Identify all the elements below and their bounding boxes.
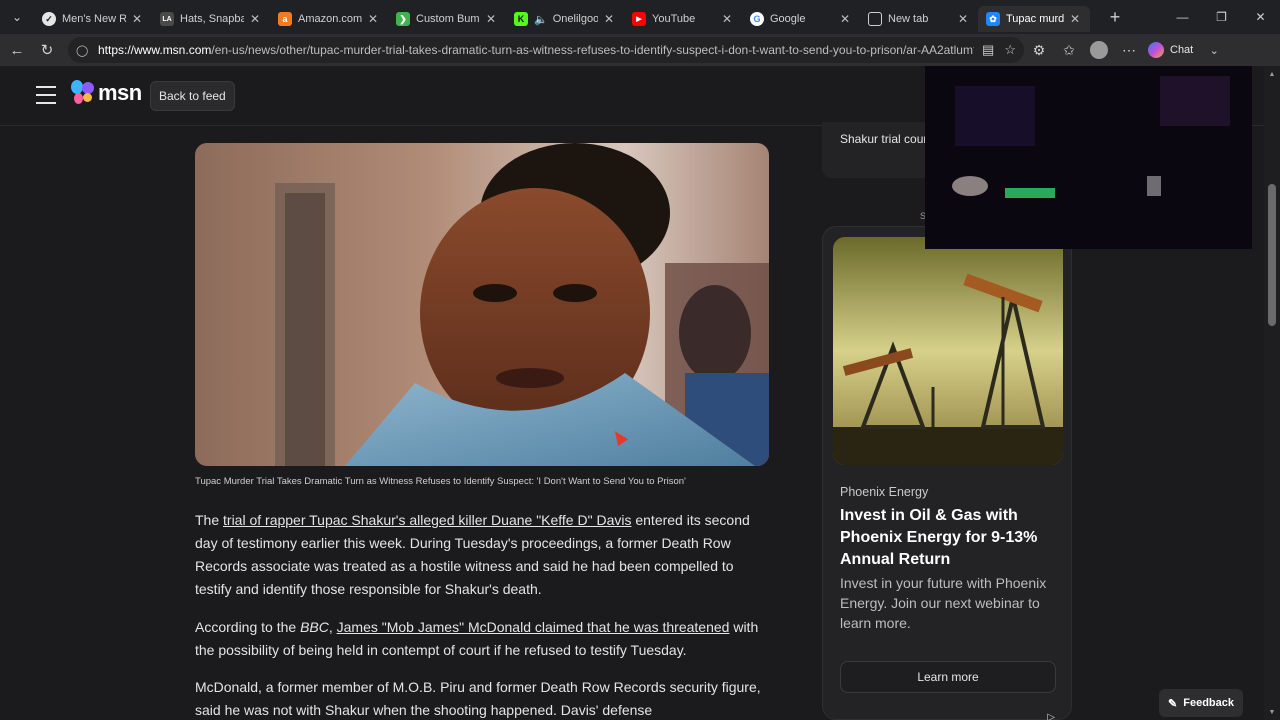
tab-label: Men's New Rele (62, 13, 126, 25)
favorite-star-icon[interactable]: ☆ (1004, 42, 1016, 58)
chat-label: Chat (1170, 44, 1194, 56)
extensions-icon[interactable]: ⚙ (1024, 35, 1054, 65)
scrollbar-thumb[interactable] (1268, 184, 1276, 326)
sidebar-chevron-icon[interactable]: ⌄ (1199, 35, 1229, 65)
tab-amazon[interactable]: a Amazon.com S ✕ (270, 6, 388, 32)
tab-label: Custom Bumpe (416, 13, 480, 25)
logo-text: msn (98, 80, 142, 105)
chat-button[interactable]: Chat (1148, 42, 1193, 58)
youtube-icon: ▶ (632, 12, 646, 26)
ad-image (833, 237, 1063, 465)
tab-youtube[interactable]: ▶ YouTube ✕ (624, 6, 742, 32)
trial-link[interactable]: trial of rapper Tupac Shakur's alleged k… (223, 512, 631, 528)
tab-label: Hats, Snapback (180, 13, 244, 25)
restore-icon[interactable]: ❐ (1202, 0, 1241, 34)
close-icon[interactable]: ✕ (130, 12, 144, 26)
msn-page: msn Back to feed Tupac Murder Trial Take… (0, 66, 1264, 720)
tab-new-tab[interactable]: New tab ✕ (860, 6, 978, 32)
close-icon[interactable]: ✕ (1068, 12, 1082, 26)
feedback-icon: ✎ (1168, 697, 1178, 710)
back-arrow-icon[interactable]: ← (2, 35, 32, 65)
image-caption: Tupac Murder Trial Takes Dramatic Turn a… (195, 476, 686, 487)
profile-avatar-icon[interactable] (1084, 35, 1114, 65)
circle-check-icon: ✓ (42, 12, 56, 26)
more-options-icon[interactable]: ⋯ (1114, 35, 1144, 65)
window-controls: — ❐ ✕ (1163, 0, 1280, 34)
article-paragraph-1: The trial of rapper Tupac Shakur's alleg… (195, 509, 767, 601)
close-icon[interactable]: ✕ (956, 12, 970, 26)
tab-search-chevron-icon[interactable]: ⌄ (0, 0, 34, 34)
tab-label: YouTube (652, 13, 696, 25)
ad-sponsor: Phoenix Energy (840, 485, 929, 499)
tab-hats-snapback[interactable]: LA Hats, Snapback ✕ (152, 6, 270, 32)
scroll-down-icon[interactable]: ▼ (1264, 704, 1280, 720)
lock-icon[interactable]: ◯ (76, 44, 92, 57)
tab-strip: ⌄ ✓ Men's New Rele ✕ LA Hats, Snapback ✕… (0, 0, 1280, 34)
k-icon: K (514, 12, 528, 26)
tab-mens-new-releases[interactable]: ✓ Men's New Rele ✕ (34, 6, 152, 32)
newtab-icon (868, 12, 882, 26)
feedback-button[interactable]: ✎ Feedback (1159, 689, 1243, 717)
article-paragraph-2: According to the BBC, James "Mob James" … (195, 616, 767, 662)
p1-text-pre: The (195, 512, 224, 528)
tab-label: Google (770, 13, 806, 25)
url-path: /en-us/news/other/tupac-murder-trial-tak… (211, 43, 975, 57)
arrow-icon: ❯ (396, 12, 410, 26)
close-icon[interactable]: ✕ (366, 12, 380, 26)
related-story-card[interactable]: Shakur trial cour (822, 122, 932, 178)
p2-text-mid: , (328, 619, 337, 635)
bbc-source: BBC (300, 619, 329, 635)
mcdonald-link[interactable]: James "Mob James" McDonald claimed that … (337, 619, 730, 635)
msn-butterfly-icon (70, 80, 96, 106)
tab-label: Tupac murder tr (1006, 13, 1064, 25)
tab-onelilgood[interactable]: K 🔈 Onelilgood ✕ (506, 6, 624, 32)
brand-icon: LA (160, 12, 174, 26)
close-icon[interactable]: ✕ (720, 12, 734, 26)
learn-more-button[interactable]: Learn more (840, 661, 1056, 693)
reader-mode-icon[interactable]: ▤ (982, 42, 994, 58)
close-icon[interactable]: ✕ (484, 12, 498, 26)
feedback-label: Feedback (1183, 697, 1234, 709)
tab-tupac-murder-trial[interactable]: ✿ Tupac murder tr ✕ (978, 6, 1090, 32)
ad-description: Invest in your future with Phoenix Energ… (840, 575, 1047, 631)
msn-icon: ✿ (986, 12, 1000, 26)
webcam-overlay (925, 66, 1252, 249)
hamburger-menu-icon[interactable] (36, 86, 56, 104)
tab-label: Amazon.com S (298, 13, 362, 25)
new-tab-plus-icon[interactable]: + (1100, 2, 1130, 32)
url-actions: ▤ ☆ (982, 42, 1016, 58)
back-to-feed-button[interactable]: Back to feed (150, 81, 235, 111)
scroll-up-icon[interactable]: ▲ (1264, 66, 1280, 82)
ad-title[interactable]: Invest in Oil & Gas with Phoenix Energy … (840, 505, 1065, 571)
tab-label: New tab (888, 13, 929, 25)
tab-label: Onelilgood (552, 13, 598, 25)
google-icon: G (750, 12, 764, 26)
article-hero-image (195, 143, 769, 466)
msn-logo[interactable]: msn (70, 80, 142, 106)
ad-card[interactable]: Phoenix Energy Invest in Oil & Gas with … (822, 226, 1072, 720)
favorites-icon[interactable]: ✩ (1054, 35, 1084, 65)
copilot-icon (1148, 42, 1164, 58)
article-paragraph-3: McDonald, a former member of M.O.B. Piru… (195, 679, 761, 718)
close-icon[interactable]: ✕ (838, 12, 852, 26)
address-bar-row: ← ↻ ◯ https://www.msn.com /en-us/news/ot… (0, 34, 1280, 66)
amazon-icon: a (278, 12, 292, 26)
tab-custom-bumper[interactable]: ❯ Custom Bumpe ✕ (388, 6, 506, 32)
page-scrollbar[interactable]: ▲ ▼ (1264, 66, 1280, 720)
minimize-icon[interactable]: — (1163, 0, 1202, 34)
close-window-icon[interactable]: ✕ (1241, 0, 1280, 34)
ad-choices-icon[interactable]: ▷ (1047, 712, 1055, 720)
related-story-text: Shakur trial cour (840, 132, 928, 146)
tab-google[interactable]: G Google ✕ (742, 6, 860, 32)
close-icon[interactable]: ✕ (602, 12, 616, 26)
url-input[interactable]: ◯ https://www.msn.com /en-us/news/other/… (68, 37, 1024, 63)
url-host: https://www.msn.com (98, 43, 212, 57)
close-icon[interactable]: ✕ (248, 12, 262, 26)
p2-text-pre: According to the (195, 619, 301, 635)
refresh-icon[interactable]: ↻ (32, 35, 62, 65)
speaker-icon[interactable]: 🔈 (534, 13, 548, 26)
